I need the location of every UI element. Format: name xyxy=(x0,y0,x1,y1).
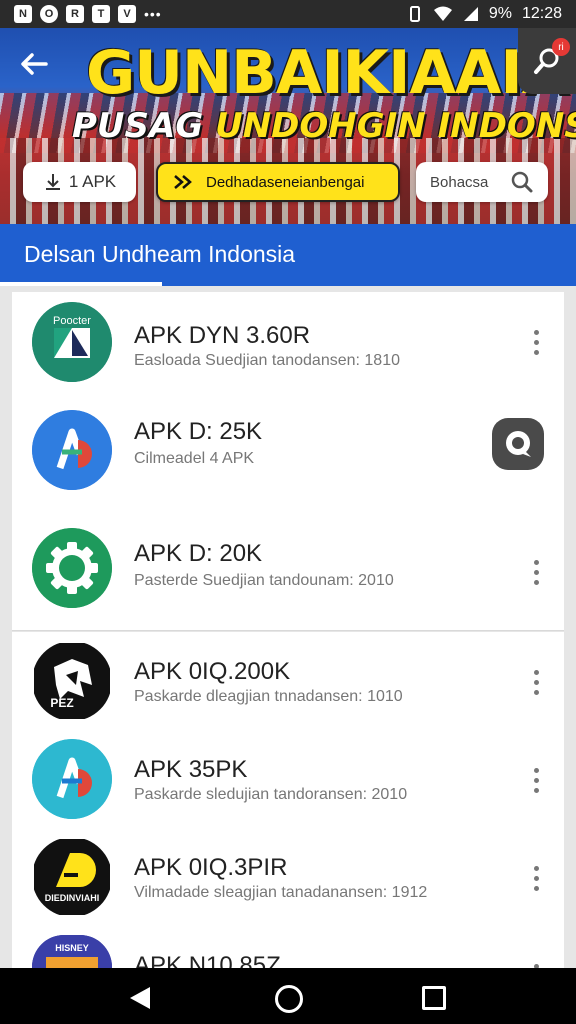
clock: 12:28 xyxy=(521,5,562,22)
banner-subtitle-part-a: PUSAG xyxy=(72,106,204,146)
system-nav-bar xyxy=(0,968,576,1024)
arrow-back-icon xyxy=(21,53,48,75)
more-options-button[interactable] xyxy=(526,958,546,968)
app-title: APK 0IQ.200K xyxy=(134,658,291,685)
notification-icon: R xyxy=(66,5,84,23)
app-title: APK N10.85Z xyxy=(134,952,281,968)
app-logo-icon: A xyxy=(32,410,112,490)
app-title: APK 0IQ.3PIR xyxy=(134,854,288,881)
more-options-button[interactable] xyxy=(526,554,546,590)
back-button[interactable] xyxy=(18,48,54,84)
app-title: APK D: 25K xyxy=(134,418,263,445)
search-icon xyxy=(511,171,533,193)
app-icon-text: DIEDINVIAHI xyxy=(45,893,100,903)
app-logo-icon: A xyxy=(32,739,112,819)
nav-home-icon[interactable] xyxy=(275,985,303,1013)
gear-icon xyxy=(32,528,112,608)
download-icon xyxy=(45,174,60,190)
signal-icon xyxy=(463,7,478,21)
more-options-button[interactable] xyxy=(526,324,546,360)
app-subtitle: Pasterde Suedjian tandounam: 2010 xyxy=(134,572,394,589)
search-chip-label: Bohacsa xyxy=(430,173,489,191)
apk-chip-label: 1 APK xyxy=(68,172,117,191)
list-item[interactable]: APK D: 20K Pasterde Suedjian tandounam: … xyxy=(12,510,564,630)
app-list[interactable]: Poocter APK DYN 3.60R Easloada Suedjian … xyxy=(0,286,576,968)
app-logo-icon: Poocter xyxy=(32,302,112,382)
header-banner: GUNBAIKIAAIA PUSAG UNDOHGIN INDONSIA ri … xyxy=(0,28,576,224)
app-title: APK D: 20K xyxy=(134,540,263,567)
tab-active[interactable]: Delsan Undheam Indonsia xyxy=(24,241,295,268)
app-icon xyxy=(32,528,112,608)
search-chip[interactable]: Bohacsa xyxy=(416,162,548,202)
list-item[interactable]: A APK 35PK Paskarde sledujian tandoranse… xyxy=(12,730,564,829)
category-chip-label: Dedhadaseneianbengai xyxy=(206,173,365,191)
app-icon-text: HISNEY xyxy=(55,943,89,953)
app-card: Poocter APK DYN 3.60R Easloada Suedjian … xyxy=(12,292,564,631)
app-icon: HISNEY xyxy=(32,935,112,968)
vibrate-icon xyxy=(409,6,420,22)
list-item[interactable]: Poocter APK DYN 3.60R Easloada Suedjian … xyxy=(12,292,564,393)
notification-icon: V xyxy=(118,5,136,23)
notification-icon: T xyxy=(92,5,110,23)
app-logo-icon: PEZ xyxy=(34,643,110,719)
app-subtitle: Paskarde dleagjian tnnadansen: 1010 xyxy=(134,688,403,705)
app-title: APK 35PK xyxy=(134,756,248,783)
banner-subtitle-part-b: UNDOHGIN INDONSIA xyxy=(215,106,576,146)
app-subtitle: Vilmadade sleagjian tanadanansen: 1912 xyxy=(134,884,428,901)
notification-icon: N xyxy=(14,5,32,23)
notification-icon: O xyxy=(40,5,58,23)
app-icon: PEZ xyxy=(32,641,112,721)
app-icon: A xyxy=(32,739,112,819)
more-options-button[interactable] xyxy=(526,860,546,896)
list-item[interactable]: PEZ APK 0IQ.200K Paskarde dleagjian tnna… xyxy=(12,632,564,731)
app-icon-text: PEZ xyxy=(50,696,73,710)
nav-back-icon[interactable] xyxy=(130,987,150,1009)
banner-title: GUNBAIKIAAIA xyxy=(86,38,568,108)
app-subtitle: Easloada Suedjian tanodansen: 1810 xyxy=(134,352,400,369)
nav-recents-icon[interactable] xyxy=(422,986,446,1010)
search-button[interactable]: ri xyxy=(518,28,576,94)
chat-bubble-icon xyxy=(506,431,531,457)
apk-filter-chip[interactable]: 1 APK xyxy=(23,162,136,202)
app-icon-text: Poocter xyxy=(53,315,91,327)
more-notifications-icon: ••• xyxy=(144,6,162,22)
list-item[interactable]: A APK D: 25K Cilmeadel 4 APK xyxy=(12,392,564,511)
banner-subtitle: PUSAG UNDOHGIN INDONSIA xyxy=(72,106,576,146)
wifi-icon xyxy=(433,6,452,21)
status-bar: N O R T V ••• 9% 12:28 xyxy=(0,0,576,28)
list-item[interactable]: DIEDINVIAHI APK 0IQ.3PIR Vilmadade sleag… xyxy=(12,828,564,927)
tab-bar: Delsan Undheam Indonsia xyxy=(0,224,576,286)
app-icon: A xyxy=(32,410,112,490)
chevron-right-icon xyxy=(174,175,192,189)
app-subtitle: Cilmeadel 4 APK xyxy=(134,450,255,467)
battery-percent: 9% xyxy=(488,5,512,22)
app-subtitle: Paskarde sledujian tandoransen: 2010 xyxy=(134,786,408,803)
more-options-button[interactable] xyxy=(526,664,546,700)
app-card: PEZ APK 0IQ.200K Paskarde dleagjian tnna… xyxy=(12,632,564,968)
app-title: APK DYN 3.60R xyxy=(134,322,311,349)
app-icon: Poocter xyxy=(32,302,112,382)
app-logo-icon: DIEDINVIAHI xyxy=(34,839,110,915)
list-item[interactable]: HISNEY APK N10.85Z xyxy=(12,926,564,968)
app-logo-icon: HISNEY xyxy=(32,935,112,968)
more-options-button[interactable] xyxy=(526,762,546,798)
notification-badge: ri xyxy=(552,38,570,56)
category-chip[interactable]: Dedhadaseneianbengai xyxy=(156,162,400,202)
app-icon: DIEDINVIAHI xyxy=(32,837,112,917)
chat-button[interactable] xyxy=(492,418,544,470)
